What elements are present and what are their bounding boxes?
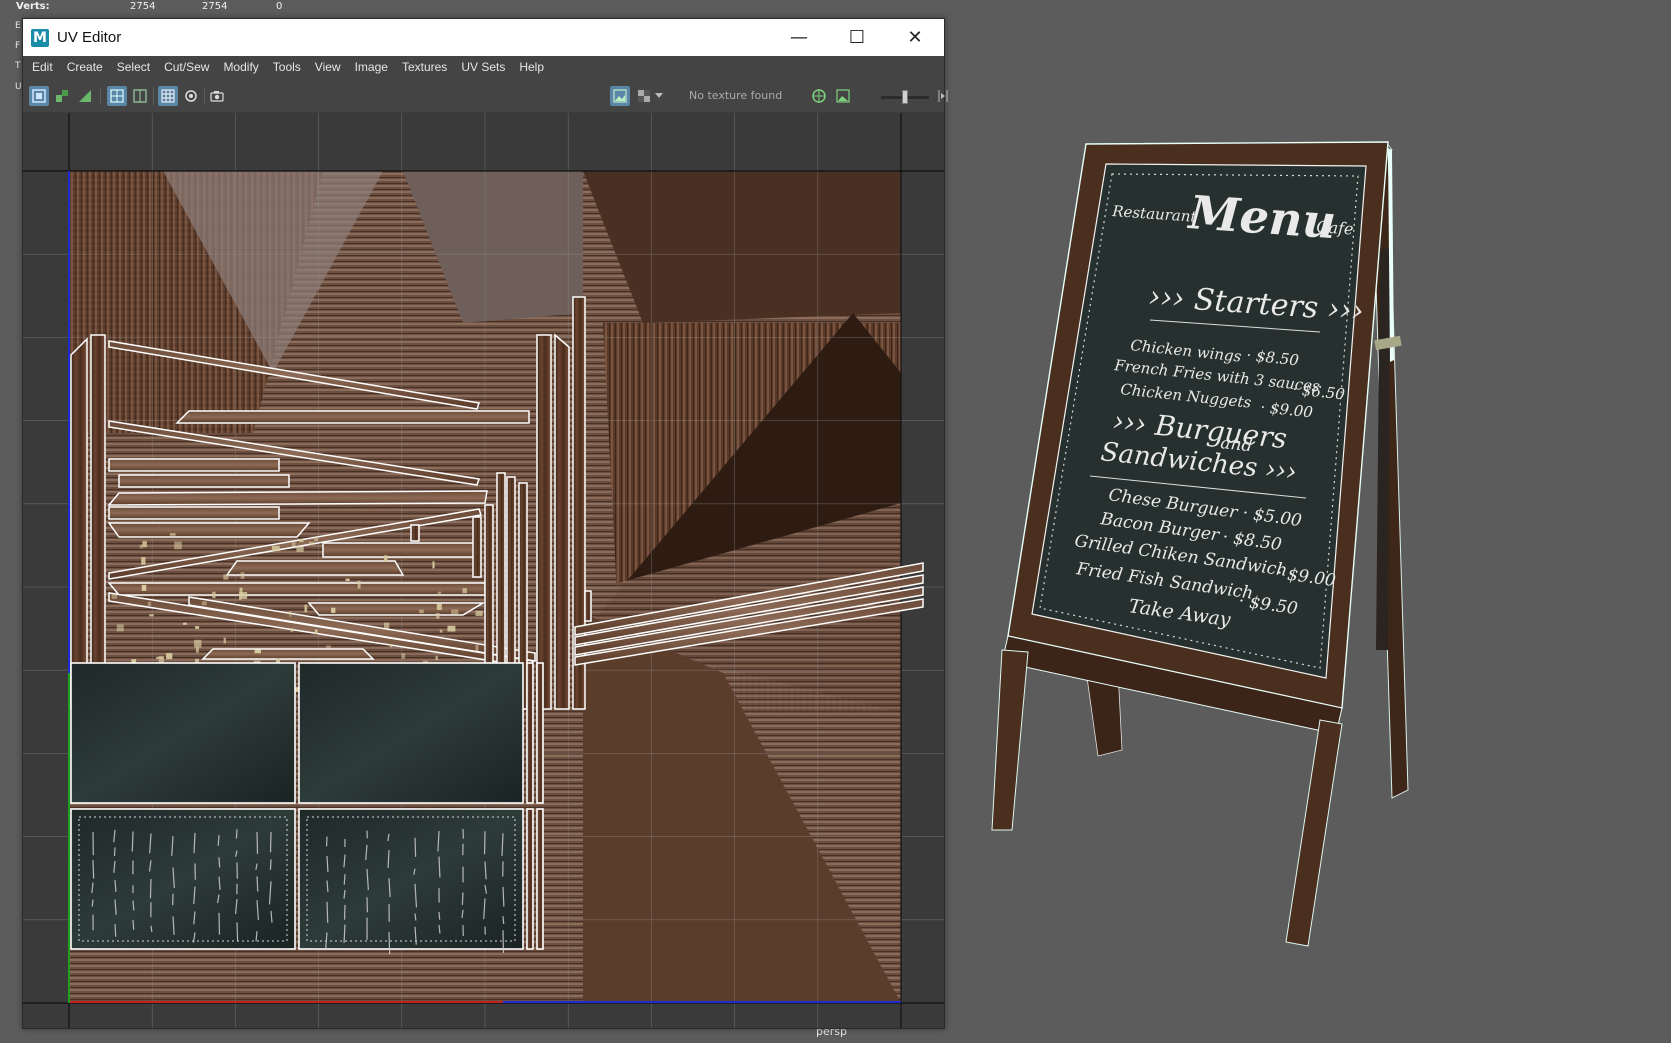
checker-display-icon[interactable] — [634, 86, 654, 106]
menu-textures[interactable]: Textures — [402, 60, 447, 74]
menu-modify[interactable]: Modify — [223, 60, 258, 74]
maya-logo-icon: M — [31, 28, 49, 47]
title-bar[interactable]: M UV Editor — ☐ ✕ — [23, 19, 944, 56]
uv-editor-window[interactable]: M UV Editor — ☐ ✕ Edit Create Select Cut… — [22, 18, 948, 1029]
verts-value-1: 2754 — [130, 1, 156, 12]
texture-status: No texture found — [689, 89, 783, 102]
close-icon: ✕ — [907, 27, 923, 48]
menu-cut-sew[interactable]: Cut/Sew — [164, 60, 209, 74]
uv-distortion-icon[interactable] — [75, 86, 95, 106]
hud-side-letter-4: U — [15, 82, 22, 92]
menu-create[interactable]: Create — [67, 60, 103, 74]
uv-snapshot-icon[interactable] — [52, 86, 72, 106]
menu-edit[interactable]: Edit — [32, 60, 53, 74]
menu-uv-sets[interactable]: UV Sets — [461, 60, 505, 74]
close-button[interactable]: ✕ — [886, 19, 944, 56]
maximize-icon: ☐ — [848, 27, 866, 48]
camera-snapshot-icon[interactable] — [207, 86, 227, 106]
menu-select[interactable]: Select — [117, 60, 150, 74]
image-exposure-icon[interactable] — [833, 86, 853, 106]
menu-help[interactable]: Help — [519, 60, 544, 74]
window-title: UV Editor — [57, 29, 122, 46]
menu-tools[interactable]: Tools — [273, 60, 301, 74]
color-management-icon[interactable] — [809, 86, 829, 106]
uv-toolbar: No texture found — [23, 78, 948, 113]
hud-side-letter-2: F — [15, 41, 21, 51]
menu-right-tag: Cafe — [1316, 217, 1354, 239]
uv-shell-icon[interactable] — [29, 86, 49, 106]
verts-value-2: 2754 — [202, 1, 228, 12]
verts-value-3: 0 — [276, 1, 283, 12]
sign-render: Restaurant Menu Cafe ››› Starters ››› Ch… — [991, 141, 1409, 947]
verts-label: Verts: — [16, 1, 50, 12]
hud-side-letter-1: E — [15, 21, 21, 31]
menu-bar: Edit Create Select Cut/Sew Modify Tools … — [23, 56, 944, 78]
uv-texture-editor-viewport[interactable] — [23, 113, 944, 1028]
chalkboard-sign-model[interactable]: Restaurant Menu Cafe ››› Starters ››› Ch… — [990, 130, 1470, 954]
menu-image[interactable]: Image — [355, 60, 388, 74]
front-right-leg — [1285, 719, 1343, 947]
minimize-button[interactable]: — — [770, 19, 828, 56]
hud-side-letter-3: T — [15, 61, 21, 71]
exposure-slider-thumb[interactable] — [902, 90, 908, 104]
pixel-snap-icon[interactable] — [130, 86, 150, 106]
exposure-slider[interactable] — [881, 90, 929, 104]
front-left-leg — [991, 649, 1029, 831]
image-display-icon[interactable] — [610, 86, 630, 106]
checker-map-icon[interactable] — [158, 86, 178, 106]
chevron-down-icon[interactable] — [653, 86, 665, 106]
minimize-icon: — — [790, 27, 808, 48]
menu-view[interactable]: View — [315, 60, 341, 74]
isolate-select-icon[interactable] — [181, 86, 201, 106]
menu-title: Menu — [1185, 185, 1337, 249]
grid-toggle-icon[interactable] — [107, 86, 127, 106]
toolbar-overflow-icon[interactable] — [935, 86, 951, 106]
maximize-button[interactable]: ☐ — [828, 19, 886, 56]
